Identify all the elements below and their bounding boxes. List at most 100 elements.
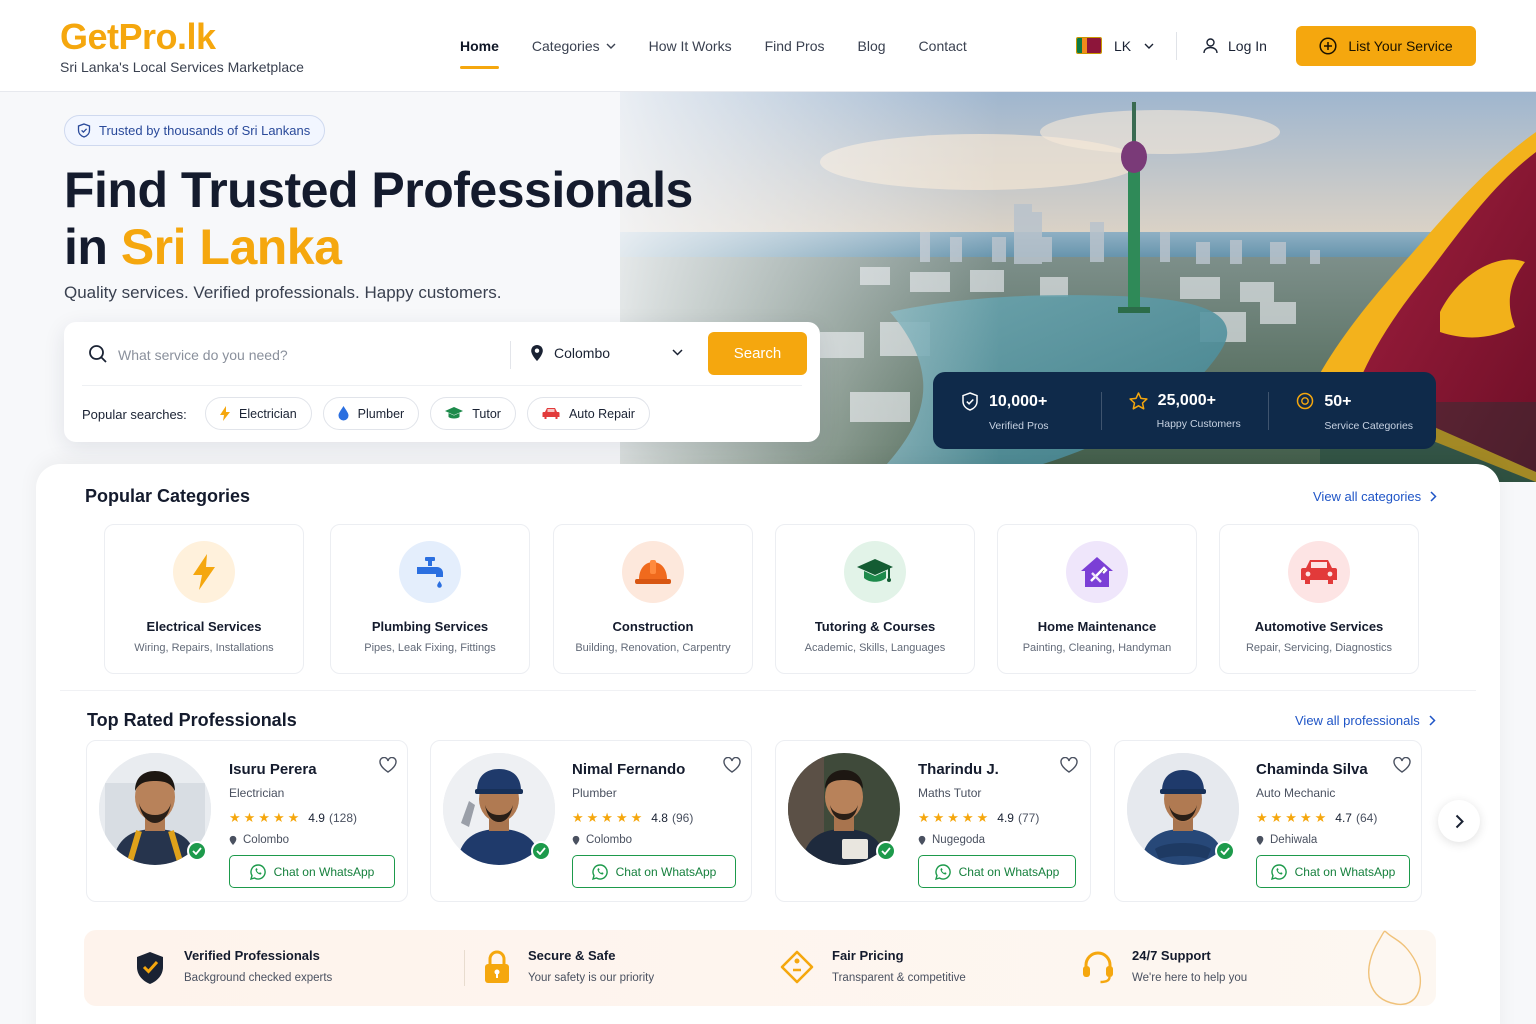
popular-categories-title: Popular Categories xyxy=(85,486,251,506)
graduation-cap-icon xyxy=(857,559,893,582)
search-divider xyxy=(510,341,511,369)
verified-badge-icon xyxy=(187,841,207,861)
professional-role: Electrician xyxy=(229,786,285,800)
language-label: LK xyxy=(1114,37,1132,54)
professional-location: Colombo xyxy=(229,834,289,846)
hero-title-prefix: in xyxy=(64,219,121,275)
shield-check-icon xyxy=(137,952,163,984)
nav-home[interactable]: Home xyxy=(460,38,499,69)
chevron-right-icon xyxy=(1429,715,1436,726)
professional-card[interactable]: Chaminda Silva Auto Mechanic ★★★★★ 4.7 (64… xyxy=(1114,740,1422,902)
search-button[interactable]: Search xyxy=(708,332,807,375)
review-count: (96) xyxy=(671,811,694,825)
house-tools-icon xyxy=(1081,557,1113,587)
top-rated-title: Top Rated Professionals xyxy=(87,710,297,730)
whatsapp-icon xyxy=(591,863,608,880)
feature-title: Verified Professionals xyxy=(184,948,320,963)
feature-desc: Transparent & competitive xyxy=(832,972,966,984)
logo[interactable]: GetPro.lk xyxy=(60,16,216,58)
nav-how-it-works[interactable]: How It Works xyxy=(649,38,732,54)
stat-happy-customers: 25,000+ Happy Customers xyxy=(1100,372,1269,449)
chat-whatsapp-button[interactable]: Chat on WhatsApp xyxy=(572,855,736,888)
professional-location: Colombo xyxy=(572,834,632,846)
professional-card[interactable]: Tharindu J. Maths Tutor ★★★★★ 4.9 (77) Nug… xyxy=(775,740,1091,902)
professional-role: Maths Tutor xyxy=(918,786,982,800)
list-your-service-button[interactable]: List Your Service xyxy=(1296,26,1476,66)
feature-desc: We're here to help you xyxy=(1132,972,1248,984)
chip-label: Tutor xyxy=(472,406,501,421)
chat-whatsapp-button[interactable]: Chat on WhatsApp xyxy=(918,855,1076,888)
review-count: (64) xyxy=(1355,811,1378,825)
heart-icon[interactable] xyxy=(1060,757,1078,773)
heart-icon[interactable] xyxy=(1393,757,1411,773)
category-desc: Wiring, Repairs, Installations xyxy=(134,642,274,654)
category-desc: Pipes, Leak Fixing, Fittings xyxy=(364,642,496,654)
heart-icon[interactable] xyxy=(379,757,397,773)
nav-contact[interactable]: Contact xyxy=(919,38,967,54)
professional-name: Tharindu J. xyxy=(918,761,999,778)
category-desc: Academic, Skills, Languages xyxy=(804,642,946,654)
map-pin-icon xyxy=(1256,835,1264,845)
verified-badge-icon xyxy=(876,841,896,861)
professional-name: Isuru Perera xyxy=(229,761,317,778)
carousel-next-button[interactable] xyxy=(1438,800,1480,842)
category-card-electrical[interactable]: Electrical Services Wiring, Repairs, Ins… xyxy=(104,524,304,674)
stat-service-categories: 50+ Service Categories xyxy=(1268,372,1436,449)
badge-icon xyxy=(1297,392,1314,410)
chip-label: Electrician xyxy=(239,406,297,421)
feature-verified: Verified Professionals Background checked… xyxy=(134,948,332,986)
heart-icon[interactable] xyxy=(723,757,741,773)
service-search-input[interactable] xyxy=(118,340,498,370)
chip-plumber[interactable]: Plumber xyxy=(322,397,420,430)
chip-electrician[interactable]: Electrician xyxy=(205,397,312,430)
chat-whatsapp-button[interactable]: Chat on WhatsApp xyxy=(1256,855,1410,888)
chat-whatsapp-button[interactable]: Chat on WhatsApp xyxy=(229,855,395,888)
category-icon-bg xyxy=(399,541,461,603)
category-desc: Repair, Servicing, Diagnostics xyxy=(1245,642,1393,654)
category-card-automotive[interactable]: Automotive Services Repair, Servicing, D… xyxy=(1219,524,1419,674)
location-select[interactable]: Colombo xyxy=(530,344,610,362)
header: GetPro.lk Sri Lanka's Local Services Mar… xyxy=(0,0,1536,92)
stats-panel: 10,000+ Verified Pros 25,000+ Happy Cust… xyxy=(933,372,1436,449)
tagline: Sri Lanka's Local Services Marketplace xyxy=(60,59,304,75)
nav-categories[interactable]: Categories xyxy=(532,38,616,54)
category-card-tutoring[interactable]: Tutoring & Courses Academic, Skills, Lan… xyxy=(775,524,975,674)
chip-auto-repair[interactable]: Auto Repair xyxy=(526,397,650,430)
user-icon xyxy=(1203,38,1218,54)
location-text: Nugegoda xyxy=(932,834,986,846)
category-card-plumbing[interactable]: Plumbing Services Pipes, Leak Fixing, Fi… xyxy=(330,524,530,674)
rating-value: 4.8 xyxy=(651,811,668,825)
professional-card[interactable]: Nimal Fernando Plumber ★★★★★ 4.8 (96) Colo… xyxy=(430,740,752,902)
nav-blog[interactable]: Blog xyxy=(858,38,886,54)
graduation-cap-icon xyxy=(445,407,464,419)
header-divider xyxy=(1176,32,1177,60)
professional-card[interactable]: Isuru Perera Electrician ★★★★★ 4.9 (128) C… xyxy=(86,740,408,902)
professional-role: Auto Mechanic xyxy=(1256,786,1336,800)
chevron-down-icon[interactable] xyxy=(672,349,683,356)
category-icon-bg xyxy=(173,541,235,603)
nav-categories-label: Categories xyxy=(531,38,600,54)
view-all-categories-link[interactable]: View all categories xyxy=(1313,489,1437,504)
whatsapp-label: Chat on WhatsApp xyxy=(615,864,717,879)
feature-secure: Secure & Safe Your safety is our priority xyxy=(484,948,654,984)
chip-label: Auto Repair xyxy=(568,406,635,421)
view-all-professionals-link[interactable]: View all professionals xyxy=(1295,713,1436,728)
feature-title: 24/7 Support xyxy=(1132,948,1211,963)
nav-find-pros[interactable]: Find Pros xyxy=(765,38,825,54)
language-selector[interactable]: LK xyxy=(1076,37,1154,54)
chevron-down-icon xyxy=(606,43,616,49)
chip-tutor[interactable]: Tutor xyxy=(430,397,516,430)
location-text: Colombo xyxy=(586,834,633,846)
car-icon xyxy=(542,408,560,419)
category-card-home-maintenance[interactable]: Home Maintenance Painting, Cleaning, Han… xyxy=(997,524,1197,674)
feature-title: Fair Pricing xyxy=(832,948,904,963)
search-separator xyxy=(82,385,802,386)
category-card-construction[interactable]: Construction Building, Renovation, Carpe… xyxy=(553,524,753,674)
chip-label: Plumber xyxy=(357,406,405,421)
category-icon-bg xyxy=(1288,541,1350,603)
professional-rating: ★★★★★ 4.8 (96) xyxy=(572,810,693,826)
stat-verified-pros: 10,000+ Verified Pros xyxy=(933,372,1101,449)
whatsapp-label: Chat on WhatsApp xyxy=(958,864,1060,879)
professional-role: Plumber xyxy=(572,786,617,800)
login-button[interactable]: Log In xyxy=(1202,37,1267,54)
